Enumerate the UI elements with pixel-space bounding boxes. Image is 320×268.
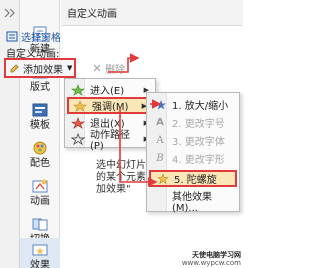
- font-style-icon: B: [156, 153, 164, 164]
- sidebar-item-template[interactable]: 模板: [20, 98, 60, 136]
- select-pane-icon: [6, 31, 18, 42]
- animation-icon: [29, 177, 51, 195]
- menu-item-enter[interactable]: 进入(E) ▶: [67, 81, 153, 98]
- transition-icon: [29, 215, 51, 233]
- select-pane-label: 选择窗格: [21, 33, 61, 44]
- select-pane-link[interactable]: 选择窗格: [6, 29, 61, 44]
- add-effect-label: 添加效果: [23, 64, 63, 76]
- emphasis-submenu: 1. 放大/缩小 A 2. 更改字号 A 3. 更改字体 B 4. 更改字形 5…: [146, 92, 240, 214]
- animation-toolbar: 添加效果 ▼ 删除: [4, 58, 180, 78]
- enter-effect-icon: [70, 83, 86, 97]
- template-icon: [29, 101, 51, 119]
- spin-icon: [154, 172, 170, 186]
- sidebar-item-color-scheme[interactable]: 配色: [20, 136, 60, 174]
- font-change-icon: A: [156, 135, 164, 146]
- motion-path-icon: [70, 132, 86, 146]
- submenu-item-spin[interactable]: 5. 陀螺旋: [149, 170, 237, 187]
- chevron-down-icon: ▼: [67, 64, 73, 72]
- delete-button[interactable]: 删除: [92, 61, 125, 76]
- collapse-icon[interactable]: [3, 8, 17, 18]
- submenu-item-grow-shrink[interactable]: 1. 放大/缩小: [149, 96, 237, 113]
- menu-item-emphasis[interactable]: 强调(M) ▶: [67, 97, 153, 114]
- add-effect-menu: 进入(E) ▶ 强调(M) ▶ 退出(X) ▶ 动作路径(P) ▶: [64, 78, 156, 152]
- watermark-line1: 天使电脑学习网: [192, 251, 241, 259]
- submenu-item-font-change[interactable]: A 3. 更改字体: [149, 132, 237, 149]
- emphasis-effect-icon: [72, 99, 88, 113]
- panel-title: 自定义动画: [67, 9, 117, 20]
- sidebar-item-effect[interactable]: 效果: [20, 238, 60, 268]
- panel-header: 自定义动画: [61, 0, 243, 26]
- grow-shrink-icon: [152, 98, 168, 112]
- delete-icon: [93, 64, 101, 72]
- sidebar-item-animation[interactable]: 动画: [20, 174, 60, 212]
- font-size-icon: A: [156, 117, 164, 128]
- submenu-item-font-size[interactable]: A 2. 更改字号: [149, 114, 237, 131]
- effect-icon: [29, 241, 51, 259]
- menu-item-motion-path[interactable]: 动作路径(P) ▶: [67, 130, 153, 152]
- color-scheme-icon: [29, 139, 51, 157]
- add-effect-button[interactable]: 添加效果 ▼: [4, 58, 76, 78]
- exit-effect-icon: [70, 116, 86, 130]
- watermark-line2: www.wypcw.com: [181, 259, 241, 267]
- submenu-item-font-style[interactable]: B 4. 更改字形: [149, 150, 237, 167]
- submenu-item-more-effects[interactable]: 其他效果(M)...: [149, 192, 237, 214]
- delete-label: 删除: [105, 64, 125, 76]
- watermark: 天使电脑学习网 www.wypcw.com: [182, 251, 241, 267]
- pencil-icon: [10, 63, 19, 72]
